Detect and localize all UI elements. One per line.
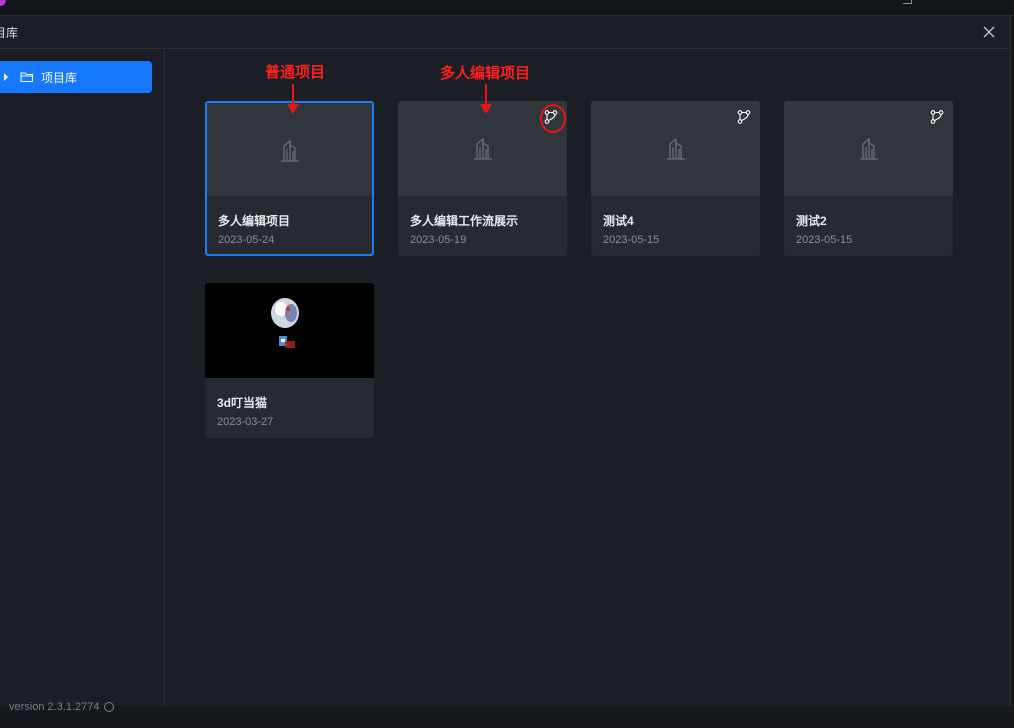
project-name: 多人编辑项目 <box>218 214 291 228</box>
project-date: 2023-05-19 <box>410 234 467 246</box>
version-text: version 2.3.1.2774 <box>9 701 100 713</box>
project-card[interactable]: 3d叮当猫 2023-03-27 <box>205 283 374 438</box>
dialog-title: 目库 <box>0 26 19 40</box>
annotation-multi-edit-project: 多人编辑项目 <box>440 64 531 82</box>
annotation-normal-project: 普通项目 <box>265 63 326 81</box>
info-icon[interactable] <box>103 702 114 713</box>
sidebar: 项目库 <box>0 49 165 706</box>
app-logo <box>0 0 6 6</box>
project-thumbnail <box>784 101 953 196</box>
annotation-arrow-icon <box>287 84 299 114</box>
project-card[interactable]: 测试2 2023-05-15 <box>784 101 953 256</box>
placeholder-building-icon <box>280 139 299 162</box>
project-name: 多人编辑工作流展示 <box>410 214 519 228</box>
project-thumbnail <box>205 283 374 378</box>
expand-arrow-icon[interactable] <box>4 73 8 81</box>
collaboration-icon <box>737 110 751 124</box>
annotation-arrow-icon <box>480 84 492 114</box>
project-thumbnail <box>591 101 760 196</box>
close-icon[interactable] <box>980 23 998 41</box>
project-name: 测试2 <box>796 214 827 228</box>
sidebar-item-project-library[interactable]: 项目库 <box>0 61 152 93</box>
app-top-bar <box>0 0 1014 16</box>
dialog-header: 目库 <box>0 16 1010 49</box>
sidebar-item-label: 项目库 <box>41 71 78 85</box>
3d-render-image <box>205 283 374 378</box>
project-name: 3d叮当猫 <box>217 396 268 410</box>
folder-icon <box>20 72 34 83</box>
project-date: 2023-05-15 <box>603 234 660 246</box>
annotation-circle <box>540 104 566 133</box>
collaboration-icon <box>930 110 944 124</box>
project-date: 2023-03-27 <box>217 416 274 428</box>
placeholder-building-icon <box>859 137 878 160</box>
project-card[interactable]: 多人编辑项目 2023-05-24 <box>205 101 374 256</box>
project-date: 2023-05-24 <box>218 234 275 246</box>
version-footer: version 2.3.1.2774 <box>9 701 114 713</box>
project-thumbnail <box>207 103 372 196</box>
placeholder-building-icon <box>666 137 685 160</box>
project-name: 测试4 <box>603 214 634 228</box>
project-date: 2023-05-15 <box>796 234 853 246</box>
placeholder-building-icon <box>473 137 492 160</box>
window-control-icon[interactable] <box>903 0 912 4</box>
project-card[interactable]: 测试4 2023-05-15 <box>591 101 760 256</box>
